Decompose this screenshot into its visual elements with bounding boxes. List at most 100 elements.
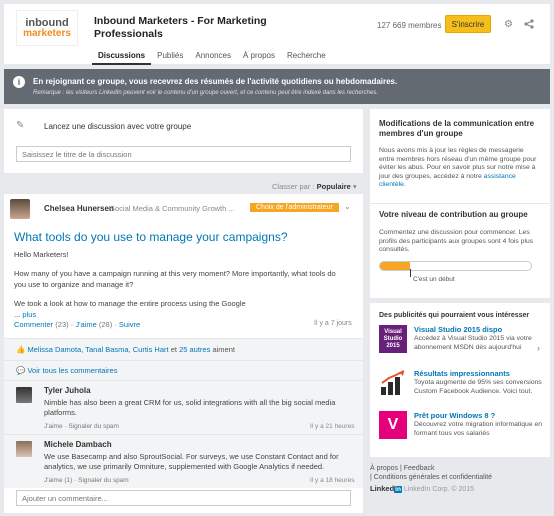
banner-message: En rejoignant ce groupe, vous recevrez d…	[33, 77, 398, 86]
group-title: Inbound Marketers - For Marketing Profes…	[94, 15, 267, 40]
logo-line1: inbound	[25, 16, 69, 29]
see-all-comments[interactable]: 💬 Voir tous les commentaires	[4, 360, 363, 380]
post-body: Hello Marketers! How many of you have a …	[14, 249, 339, 320]
tab-search[interactable]: Recherche	[281, 51, 332, 65]
chevron-down-icon[interactable]: ⌄	[344, 202, 351, 211]
pencil-icon: ✎	[16, 120, 25, 131]
comment-bubble-icon: 💬	[16, 366, 26, 375]
join-button[interactable]: S'inscrire	[445, 15, 491, 33]
divider	[370, 203, 550, 204]
likers-suffix: aiment	[212, 345, 235, 354]
visual-studio-icon: Visual Studio 2015	[379, 325, 407, 353]
ad-item[interactable]: Visual Studio 2015 Visual Studio 2015 di…	[379, 325, 545, 361]
tab-published[interactable]: Publiés	[151, 51, 189, 65]
comment-text: Nimble has also been a great CRM for us,…	[44, 398, 336, 417]
avatar[interactable]	[10, 199, 30, 219]
likes-bar: 👍 Melissa Damota, Tanal Basma, Curtis Ha…	[4, 338, 363, 360]
ad-title[interactable]: Prêt pour Windows 8 ?	[414, 411, 495, 420]
discussion-post: Chelsea Hunersen Social Media & Communit…	[4, 194, 363, 513]
start-discussion-label: Lancez une discussion avec votre groupe	[44, 122, 192, 131]
brand-text: Linked	[370, 484, 395, 493]
sort-label: Classer par :	[272, 182, 315, 191]
comment-author[interactable]: Michele Dambach	[44, 440, 112, 449]
thumbs-up-icon: 👍	[16, 345, 26, 354]
caret-down-icon[interactable]: ▾	[353, 182, 357, 191]
post-paragraph: How many of you have a campaign running …	[14, 269, 336, 289]
add-comment-input[interactable]	[16, 490, 351, 506]
contribution-level-label: C'est un début	[413, 276, 455, 283]
footer-feedback-link[interactable]: Feedback	[404, 465, 435, 472]
info-icon: i	[13, 76, 25, 88]
progress-marker	[410, 269, 411, 277]
comment-text: We use Basecamp and also SproutSocial. F…	[44, 452, 339, 471]
comment-meta: J'aime (1) · Signaler du spam	[44, 477, 129, 484]
ad-item[interactable]: V Prêt pour Windows 8 ? Découvrez votre …	[379, 411, 545, 447]
share-icon[interactable]	[524, 19, 534, 32]
brand-in: in	[394, 486, 402, 493]
policy-text: Nous avons mis à jour les règles de mess…	[379, 147, 537, 190]
ads-card: Des publicités qui pourraient vous intér…	[370, 303, 550, 457]
comment-like-link[interactable]: J'aime	[44, 423, 63, 430]
footer-about-link[interactable]: À propos	[370, 465, 398, 472]
report-spam-link[interactable]: Signaler du spam	[78, 477, 129, 484]
likers-names[interactable]: Melissa Damota, Tanal Basma, Curtis Hart	[27, 345, 168, 354]
gear-icon[interactable]: ⚙	[504, 19, 513, 30]
v-logo-icon: V	[379, 411, 407, 439]
comment-timestamp: Il y a 18 heures	[310, 477, 355, 484]
comment-meta: J'aime · Signaler du spam	[44, 423, 119, 430]
comment-author[interactable]: Tyler Juhola	[44, 386, 91, 395]
comment-timestamp: Il y a 21 heures	[310, 423, 355, 430]
banner-note: Remarque : les visiteurs LinkedIn peuven…	[33, 90, 379, 96]
start-discussion-card: ✎ Lancez une discussion avec votre group…	[4, 109, 363, 173]
follow-link[interactable]: Suivre	[119, 320, 140, 329]
ad-item[interactable]: Résultats impressionnants Toyota augment…	[379, 369, 545, 405]
see-all-comments-label[interactable]: Voir tous les commentaires	[27, 366, 117, 375]
footer-terms-link[interactable]: Conditions générales et confidentialité	[374, 474, 492, 481]
tab-about[interactable]: À propos	[237, 51, 281, 65]
avatar[interactable]	[16, 387, 32, 403]
tab-announcements[interactable]: Annonces	[189, 51, 237, 65]
linkedin-logo[interactable]: Linkedin	[370, 484, 402, 494]
sidebar-info-card: Modifications de la communication entre …	[370, 109, 550, 298]
post-title[interactable]: What tools do you use to manage your cam…	[14, 230, 288, 244]
like-link[interactable]: J'aime	[75, 320, 96, 329]
ad-title[interactable]: Résultats impressionnants	[414, 369, 510, 378]
post-author[interactable]: Chelsea Hunersen	[44, 204, 114, 213]
post-actions: Commenter (23) · J'aime (28) · Suivre	[14, 320, 141, 329]
policy-title: Modifications de la communication entre …	[379, 119, 535, 138]
info-banner: i En rejoignant ce groupe, vous recevrez…	[4, 69, 550, 104]
member-count[interactable]: 127 669 membres	[377, 21, 441, 30]
ad-title[interactable]: Visual Studio 2015 dispo	[414, 325, 502, 334]
report-spam-link[interactable]: Signaler du spam	[68, 423, 119, 430]
more-link[interactable]: plus	[22, 310, 36, 319]
chart-icon	[379, 369, 407, 397]
post-author-role: Social Media & Community Growth ...	[110, 204, 235, 213]
likers-and: et	[170, 345, 177, 354]
progress-fill	[380, 262, 411, 270]
ads-title: Des publicités qui pourraient vous intér…	[379, 312, 530, 319]
discussion-title-input[interactable]	[16, 146, 351, 162]
footer: À propos | Feedback | Conditions général…	[370, 465, 493, 494]
logo-line2: marketers	[23, 27, 71, 39]
sort-selector[interactable]: Classer par : Populaire ▾	[272, 182, 357, 191]
post-paragraph: We took a look at how to manage the enti…	[14, 299, 246, 308]
copyright: LinkedIn Corp. © 2015	[403, 486, 475, 493]
avatar[interactable]	[16, 441, 32, 457]
tab-discussions[interactable]: Discussions	[92, 51, 152, 65]
like-count: (28)	[98, 320, 113, 329]
contribution-title: Votre niveau de contribution au groupe	[379, 210, 528, 219]
post-timestamp: Il y a 7 jours	[314, 320, 352, 327]
ad-text: Accédez à Visual Studio 2015 via votre a…	[414, 335, 532, 351]
contribution-text: Commentez une discussion pour commencer.…	[379, 229, 534, 253]
sort-value[interactable]: Populaire	[317, 182, 351, 191]
chevron-right-icon[interactable]: ›	[537, 343, 540, 353]
likers-others[interactable]: 25 autres	[179, 345, 210, 354]
comment-link[interactable]: Commenter	[14, 320, 53, 329]
group-logo[interactable]: inbound marketers	[16, 10, 78, 46]
comment-like-link[interactable]: J'aime (1)	[44, 477, 72, 484]
comment-item: Tyler Juhola Nimble has also been a grea…	[4, 380, 363, 434]
post-ellipsis: ...	[14, 310, 21, 319]
group-tabs: Discussions Publiés Annonces À propos Re…	[92, 51, 332, 65]
ad-text: Toyota augmente de 95% ses conversions C…	[414, 379, 542, 395]
group-header: inbound marketers Inbound Marketers - Fo…	[4, 4, 550, 65]
